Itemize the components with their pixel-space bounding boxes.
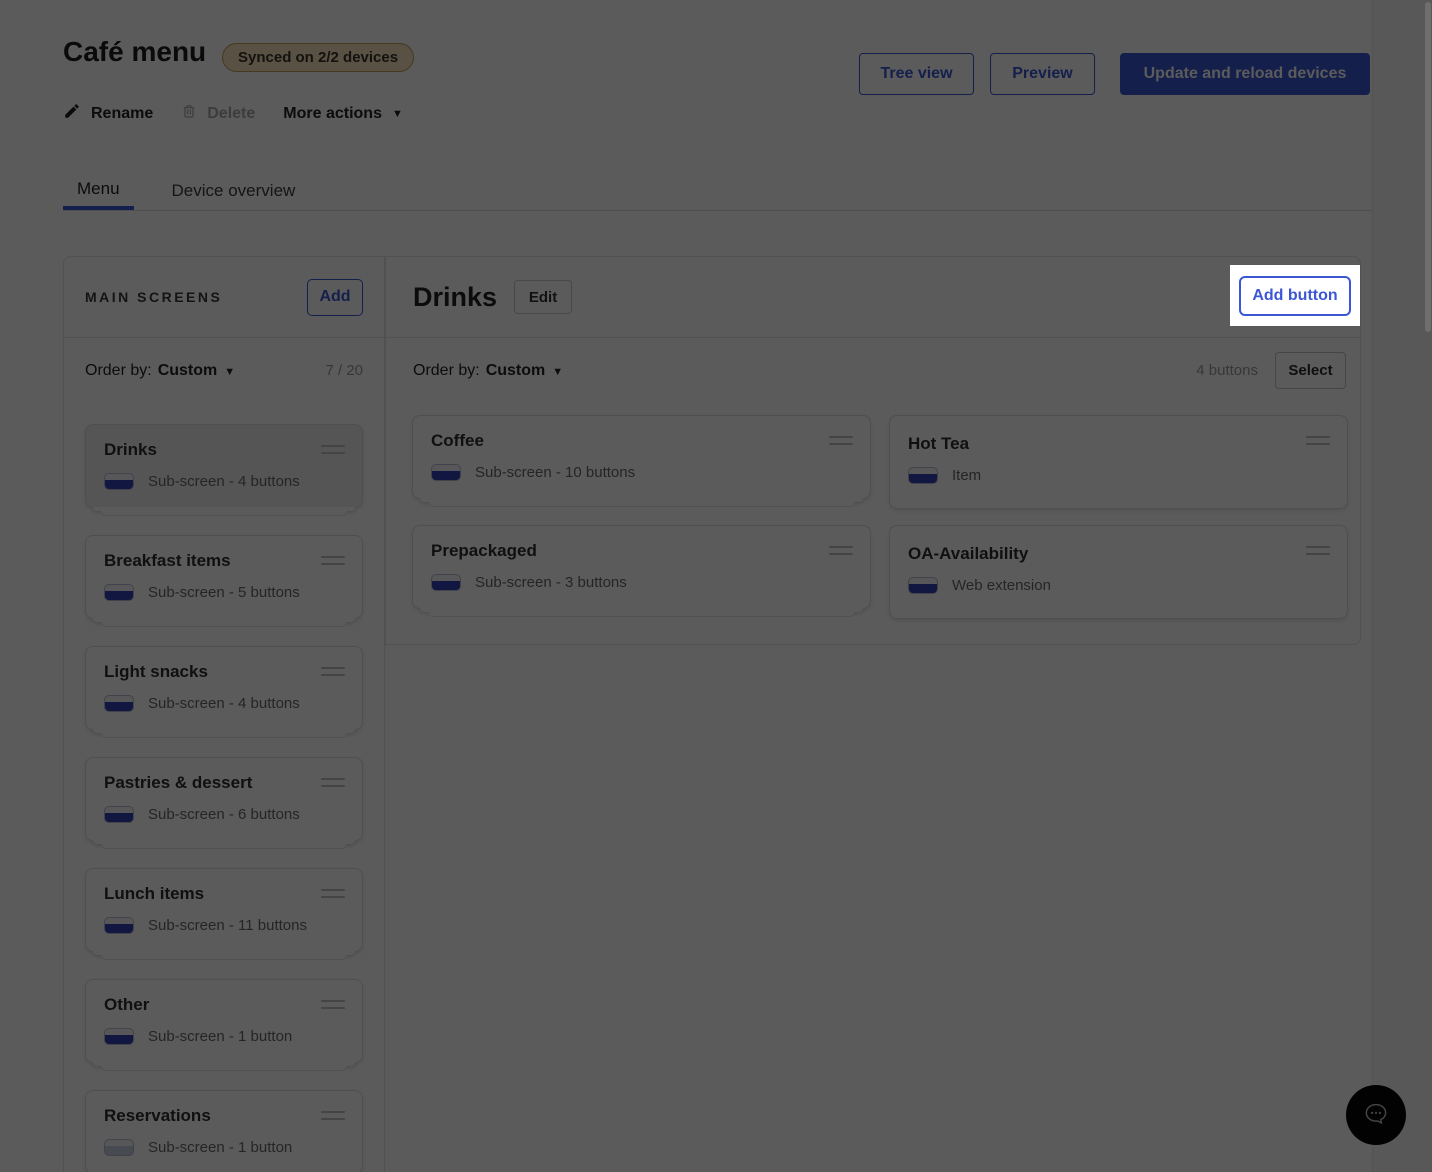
scrollbar-thumb[interactable] xyxy=(1425,2,1431,332)
spotlight-highlight: Add button xyxy=(1230,265,1360,326)
menu-editor-page: Café menu Synced on 2/2 devices Tree vie… xyxy=(0,0,1432,1172)
dim-overlay xyxy=(0,0,1432,1172)
add-button[interactable]: Add button xyxy=(1239,276,1351,316)
